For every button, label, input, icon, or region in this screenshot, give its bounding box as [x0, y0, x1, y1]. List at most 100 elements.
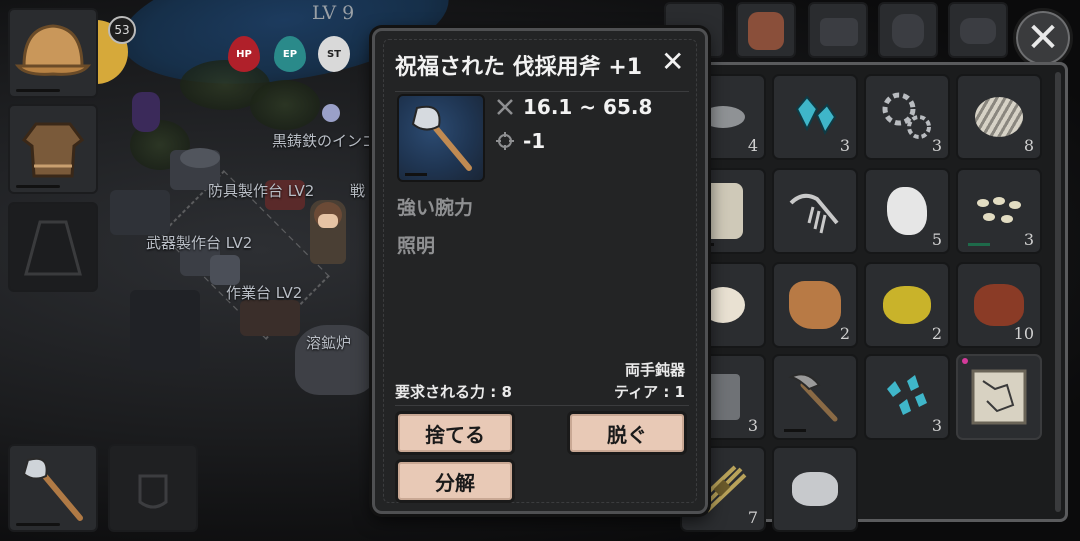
- seeds-icon: [977, 197, 1021, 223]
- iron-bar-icon: [706, 374, 740, 420]
- hp-icon[interactable]: HP: [228, 36, 260, 72]
- item-count: 3: [839, 136, 850, 155]
- bag-icon: [892, 14, 924, 48]
- level-indicator: LV 9: [312, 2, 355, 24]
- fossil-bones-icon: [789, 193, 839, 234]
- pet-icon: [960, 18, 996, 44]
- world-label-smelter: 溶鉱炉: [306, 334, 352, 352]
- inventory-scrollbar[interactable]: [1055, 72, 1061, 512]
- crosshair-icon: [496, 132, 514, 150]
- accuracy-stat: -1: [495, 129, 545, 153]
- durability-bar: [968, 243, 990, 246]
- durability-bar: [16, 523, 60, 526]
- item-count: 3: [747, 416, 758, 435]
- stone-wall-prop: [130, 290, 200, 370]
- inventory-cell[interactable]: [956, 354, 1042, 440]
- ghost-icon: [322, 104, 340, 122]
- bandage-ball-icon: [975, 97, 1023, 137]
- ep-icon[interactable]: EP: [274, 36, 306, 72]
- inventory-cell[interactable]: 10: [956, 262, 1042, 348]
- cloak-slot[interactable]: [8, 202, 98, 292]
- cloak-icon: [24, 220, 82, 276]
- axe-icon: [411, 105, 472, 171]
- inventory-cell[interactable]: [772, 168, 858, 254]
- star-map-icon: [971, 369, 1027, 425]
- required-strength: 要求される力 : 8: [395, 383, 512, 401]
- player-character[interactable]: [310, 200, 346, 264]
- item-count: 7: [747, 508, 758, 527]
- inventory-cell[interactable]: 3: [772, 74, 858, 160]
- item-count: 10: [1013, 324, 1034, 343]
- backpack-icon: [748, 12, 784, 50]
- item-title: 祝福された 伐採用斧 +1: [395, 55, 643, 80]
- inventory-cell[interactable]: [772, 446, 858, 532]
- durability-bar: [16, 185, 60, 188]
- item-detail-popup: 祝福された 伐採用斧 +1 ✕ 16.1 ~ 65.8 -1 強い腕力 照明 両…: [372, 28, 708, 514]
- glove-icon: [138, 474, 168, 509]
- table-prop[interactable]: [240, 300, 300, 336]
- world-label-battle: 戦: [350, 182, 366, 200]
- white-rock-icon: [887, 187, 927, 235]
- helmet-slot[interactable]: [8, 8, 98, 98]
- popup-close-button[interactable]: ✕: [661, 45, 684, 78]
- inventory-cell[interactable]: 8: [956, 74, 1042, 160]
- item-count: 4: [747, 136, 758, 155]
- tab-bag[interactable]: [878, 2, 938, 58]
- accuracy-value: -1: [523, 129, 546, 153]
- bird-skeleton-prop: [180, 148, 220, 168]
- divider: [395, 405, 689, 406]
- inventory-cell[interactable]: 3: [864, 354, 950, 440]
- inventory-cell[interactable]: [772, 354, 858, 440]
- durability-bar: [784, 429, 806, 432]
- attribute-strong-arm: 強い腕力: [397, 197, 474, 219]
- skeleton-prop[interactable]: [110, 190, 170, 235]
- item-count: 3: [1023, 230, 1034, 249]
- tab-backpack[interactable]: [736, 2, 796, 58]
- item-thumbnail: [397, 94, 485, 182]
- discard-button[interactable]: 捨てる: [395, 411, 515, 455]
- disassemble-button[interactable]: 分解: [395, 459, 515, 503]
- bone-armor-icon: [703, 183, 743, 239]
- helmet-icon: [14, 24, 92, 76]
- unequip-button[interactable]: 脱ぐ: [567, 411, 687, 455]
- weapon-type: 両手鈍器: [624, 361, 685, 379]
- item-count: 5: [931, 230, 942, 249]
- inventory-cell[interactable]: 2: [864, 262, 950, 348]
- item-count: 3: [931, 136, 942, 155]
- item-count: 2: [931, 324, 942, 343]
- divider: [395, 91, 689, 92]
- damage-stat: 16.1 ~ 65.8: [495, 95, 652, 119]
- damage-value: 16.1 ~ 65.8: [523, 95, 653, 119]
- workbench-prop[interactable]: [210, 255, 240, 285]
- tier: ティア : 1: [614, 383, 685, 401]
- potion-item[interactable]: [132, 92, 160, 132]
- sulfur-icon: [883, 286, 931, 324]
- world-label-weapon-workbench: 武器製作台 LV2: [146, 234, 253, 252]
- tab-chest[interactable]: [808, 2, 868, 58]
- inventory-cell[interactable]: 5: [864, 168, 950, 254]
- gear-icon: [882, 92, 931, 139]
- world-label-workbench: 作業台 LV2: [226, 284, 303, 302]
- new-item-dot: [962, 358, 968, 364]
- armor-slot[interactable]: [8, 104, 98, 194]
- inventory-tabs: [664, 0, 1024, 60]
- inventory-close-button[interactable]: ✕: [1013, 8, 1073, 68]
- offhand-slot[interactable]: [108, 444, 198, 532]
- blue-crystal-icon: [795, 95, 837, 136]
- silver-ore-icon: [792, 472, 838, 506]
- weapon-slot[interactable]: [8, 444, 98, 532]
- attribute-lighting: 照明: [397, 235, 436, 257]
- inventory-cell[interactable]: 3: [864, 74, 950, 160]
- chest-icon: [820, 18, 858, 46]
- inventory-cell[interactable]: 3: [956, 168, 1042, 254]
- inventory-cell[interactable]: 2: [772, 262, 858, 348]
- tab-pet[interactable]: [948, 2, 1008, 58]
- blue-gem-shards-icon: [887, 375, 927, 415]
- leather-hide-icon: [789, 281, 841, 329]
- stamina-icon[interactable]: ST: [318, 36, 350, 72]
- pickaxe-icon: [788, 373, 838, 422]
- durability-bar: [405, 173, 427, 176]
- crossed-swords-icon: [497, 99, 513, 115]
- item-count: 8: [1023, 136, 1034, 155]
- copper-ore-icon: [974, 284, 1024, 326]
